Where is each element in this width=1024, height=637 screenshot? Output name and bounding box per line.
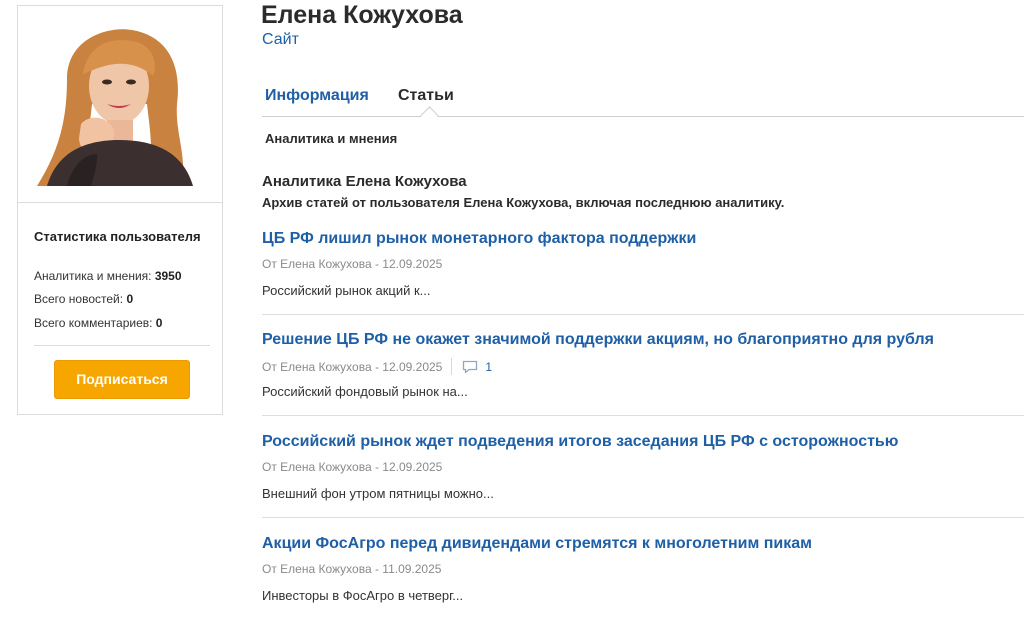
comments-link[interactable]: 1 [451, 358, 492, 375]
article-meta: От Елена Кожухова - 12.09.2025 [262, 257, 442, 271]
article-item: Акции ФосАгро перед дивидендами стремятс… [262, 535, 1024, 637]
stat-label: Всего новостей: [34, 292, 124, 306]
tabs-divider [262, 116, 1024, 117]
site-link[interactable]: Сайт [262, 31, 299, 49]
article-title-link[interactable]: Решение ЦБ РФ не окажет значимой поддерж… [262, 331, 934, 349]
section-description: Архив статей от пользователя Елена Кожух… [262, 195, 785, 210]
article-divider [262, 314, 1024, 315]
avatar-container [18, 6, 222, 203]
article-author-date: От Елена Кожухова - 12.09.2025 [262, 257, 443, 271]
article-author-date: От Елена Кожухова - 11.09.2025 [262, 562, 442, 576]
stat-label: Всего комментариев: [34, 316, 153, 330]
subtab-analytics[interactable]: Аналитика и мнения [265, 131, 397, 146]
article-excerpt: Внешний фон утром пятницы можно... [262, 486, 494, 501]
article-title-link[interactable]: Акции ФосАгро перед дивидендами стремятс… [262, 535, 812, 553]
avatar [37, 24, 197, 186]
article-title-link[interactable]: ЦБ РФ лишил рынок монетарного фактора по… [262, 230, 696, 248]
article-item: ЦБ РФ лишил рынок монетарного фактора по… [262, 230, 1024, 332]
sidebar-divider [34, 345, 210, 346]
stat-value: 0 [155, 316, 163, 330]
stat-news: Всего новостей: 0 [34, 292, 133, 306]
stat-label: Аналитика и мнения: [34, 269, 152, 283]
stat-value: 3950 [154, 269, 182, 283]
article-author-date: От Елена Кожухова - 12.09.2025 [262, 460, 443, 474]
article-author-date: От Елена Кожухова - 12.09.2025 [262, 359, 443, 374]
stat-value: 0 [126, 292, 134, 306]
article-excerpt: Российский фондовый рынок на... [262, 384, 468, 399]
profile-name: Елена Кожухова [261, 1, 463, 29]
article-title-link[interactable]: Российский рынок ждет подведения итогов … [262, 433, 898, 451]
article-meta: От Елена Кожухова - 11.09.2025 [262, 562, 441, 576]
article-divider [262, 415, 1024, 416]
article-item: Российский рынок ждет подведения итогов … [262, 433, 1024, 535]
article-excerpt: Инвесторы в ФосАгро в четверг... [262, 588, 464, 603]
article-excerpt: Российский рынок акций к... [262, 283, 431, 298]
article-meta: От Елена Кожухова - 12.09.2025 1 [262, 358, 492, 375]
tab-info[interactable]: Информация [265, 87, 369, 105]
avatar-photo [37, 24, 197, 186]
profile-sidebar: Статистика пользователя Аналитика и мнен… [17, 5, 223, 415]
stat-analytics: Аналитика и мнения: 3950 [34, 269, 182, 283]
comments-count: 1 [485, 359, 493, 374]
article-divider [262, 517, 1024, 518]
comment-icon [463, 360, 478, 373]
stat-comments: Всего комментариев: 0 [34, 316, 162, 330]
article-item: Решение ЦБ РФ не окажет значимой поддерж… [262, 331, 1024, 433]
stats-title: Статистика пользователя [34, 229, 201, 244]
section-title: Аналитика Елена Кожухова [262, 173, 467, 190]
tab-articles[interactable]: Статьи [398, 87, 454, 105]
subscribe-button[interactable]: Подписаться [54, 360, 190, 399]
article-meta: От Елена Кожухова - 12.09.2025 [262, 460, 442, 474]
active-tab-caret [420, 106, 439, 125]
